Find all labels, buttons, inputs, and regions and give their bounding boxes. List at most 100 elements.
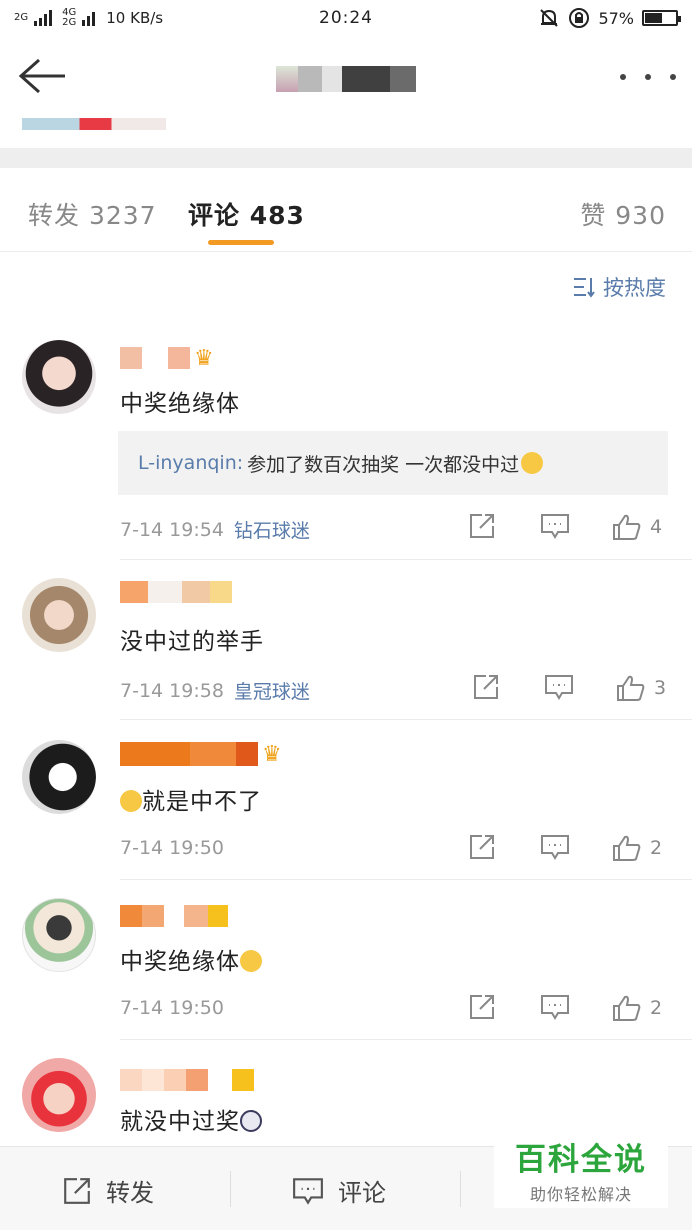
- avatar[interactable]: [22, 578, 96, 652]
- comment-meta: 7-14 19:54 钻石球迷: [120, 516, 310, 543]
- like-count: 4: [650, 516, 663, 538]
- thumbs-up-icon: [613, 514, 641, 540]
- username-obscured[interactable]: [120, 578, 232, 606]
- reply-button[interactable]: [544, 673, 574, 703]
- network-type-small: 2G: [14, 12, 29, 23]
- fan-badge[interactable]: 皇冠球迷: [234, 677, 310, 704]
- like-button[interactable]: 2: [612, 833, 662, 863]
- thumbs-up-icon: [613, 835, 641, 861]
- crown-icon: ♛: [262, 741, 282, 767]
- crying-emoji-icon: [120, 790, 142, 812]
- comment-text-row: 就是中不了: [120, 782, 262, 816]
- watermark-subtitle: 助你轻松解决: [529, 1185, 632, 1204]
- repost-button[interactable]: [468, 512, 498, 542]
- like-count: 2: [650, 837, 663, 859]
- comment-time: 7-14 19:50: [120, 997, 224, 1019]
- mute-bell-icon: [540, 9, 559, 27]
- comment-actions: 3: [472, 673, 672, 703]
- share-icon: [470, 514, 494, 538]
- comment-text-row: 就没中过奖: [120, 1102, 262, 1136]
- like-button[interactable]: 2: [612, 993, 662, 1023]
- comment-icon: [541, 995, 569, 1020]
- username-obscured[interactable]: [120, 902, 228, 930]
- comment-text: 就没中过奖: [120, 1109, 240, 1135]
- avatar[interactable]: [22, 340, 96, 414]
- comment-text: 没中过的举手: [120, 629, 264, 655]
- bottom-comment-label: 评论: [338, 1179, 386, 1207]
- nav-bar: [0, 36, 692, 118]
- comment-text: 中奖绝缘体: [120, 391, 240, 417]
- comment-item: ♛ 中奖绝缘体 L-inyanqin: 参加了数百次抽奖 一次都没中过 7-14…: [0, 336, 692, 560]
- active-tab-indicator: [208, 240, 274, 245]
- bottom-repost-button[interactable]: 转发: [62, 1173, 154, 1208]
- comment-actions: 4: [468, 512, 668, 542]
- comment-time: 7-14 19:54: [120, 518, 224, 541]
- bottom-comment-button[interactable]: 评论: [292, 1173, 386, 1208]
- more-dot-icon: [670, 74, 676, 80]
- blushing-emoji-icon: [240, 950, 262, 972]
- signal-icon-2: [82, 12, 96, 26]
- repost-button[interactable]: [468, 833, 498, 863]
- share-icon: [64, 1177, 90, 1204]
- like-count: 3: [654, 677, 667, 699]
- sort-button[interactable]: 按热度: [573, 272, 666, 302]
- battery-level: [645, 13, 663, 23]
- back-button[interactable]: [14, 54, 70, 98]
- watermark-title: 百科全说: [515, 1142, 647, 1178]
- sort-icon: [574, 278, 595, 298]
- nav-title-obscured: [276, 66, 416, 92]
- tab-comment[interactable]: 评论 483: [188, 196, 305, 232]
- username-obscured[interactable]: ♛: [120, 344, 214, 372]
- thumbs-up-icon: [613, 995, 641, 1021]
- more-dot-icon: [620, 74, 626, 80]
- share-icon: [470, 995, 494, 1019]
- battery-icon: [642, 10, 681, 26]
- username-obscured[interactable]: [120, 1066, 254, 1094]
- comment-time: 7-14 19:50: [120, 837, 224, 859]
- clock: 20:24: [319, 8, 373, 28]
- battery-percent: 57%: [598, 8, 634, 28]
- quote-text: 参加了数百次抽奖 一次都没中过: [247, 453, 520, 476]
- more-dot-icon: [645, 74, 651, 80]
- quote-username[interactable]: L-inyanqin:: [138, 452, 243, 474]
- avatar[interactable]: [22, 1058, 96, 1132]
- tab-like[interactable]: 赞 930: [580, 196, 666, 232]
- comment-actions: 2: [468, 993, 668, 1023]
- share-icon: [470, 835, 494, 859]
- quoted-reply[interactable]: L-inyanqin: 参加了数百次抽奖 一次都没中过: [118, 431, 668, 495]
- username-obscured[interactable]: ♛: [120, 740, 282, 768]
- avatar[interactable]: [22, 740, 96, 814]
- reply-button[interactable]: [540, 993, 570, 1023]
- tab-repost[interactable]: 转发 3237: [28, 196, 157, 232]
- more-options-button[interactable]: [620, 62, 676, 92]
- comment-text: 中奖绝缘体: [120, 949, 240, 975]
- like-count: 2: [650, 997, 663, 1019]
- comment-meta: 7-14 19:58 皇冠球迷: [120, 677, 310, 704]
- post-image-peek: [22, 118, 166, 130]
- comment-actions: 2: [468, 833, 668, 863]
- comment-meta: 7-14 19:50: [120, 997, 224, 1019]
- comment-item: ♛ 就是中不了 7-14 19:50 2: [0, 720, 692, 880]
- like-button[interactable]: 4: [612, 512, 662, 542]
- comment-meta: 7-14 19:50: [120, 837, 224, 859]
- sort-label: 按热度: [603, 276, 666, 300]
- avatar[interactable]: [22, 898, 96, 972]
- repost-button[interactable]: [468, 993, 498, 1023]
- tab-bar: 转发 3237 评论 483 赞 930: [0, 168, 692, 252]
- rotation-lock-icon: [569, 8, 590, 28]
- section-divider: [0, 148, 692, 168]
- comment-text: 就是中不了: [142, 789, 262, 815]
- reply-button[interactable]: [540, 833, 570, 863]
- reply-button[interactable]: [540, 512, 570, 542]
- like-button[interactable]: 3: [616, 673, 666, 703]
- repost-button[interactable]: [472, 673, 502, 703]
- comment-icon: [545, 675, 573, 700]
- bottom-repost-label: 转发: [106, 1179, 154, 1207]
- status-bar: 2G 4G 2G 10 KB/s 20:24 57%: [0, 0, 692, 36]
- comment-time: 7-14 19:58: [120, 679, 224, 702]
- comment-item: 没中过的举手 7-14 19:58 皇冠球迷 3: [0, 560, 692, 720]
- bottom-separator: [230, 1171, 231, 1207]
- status-left: 2G 4G 2G 10 KB/s: [14, 8, 163, 28]
- fan-badge[interactable]: 钻石球迷: [234, 516, 310, 543]
- signal-icon: [34, 10, 53, 26]
